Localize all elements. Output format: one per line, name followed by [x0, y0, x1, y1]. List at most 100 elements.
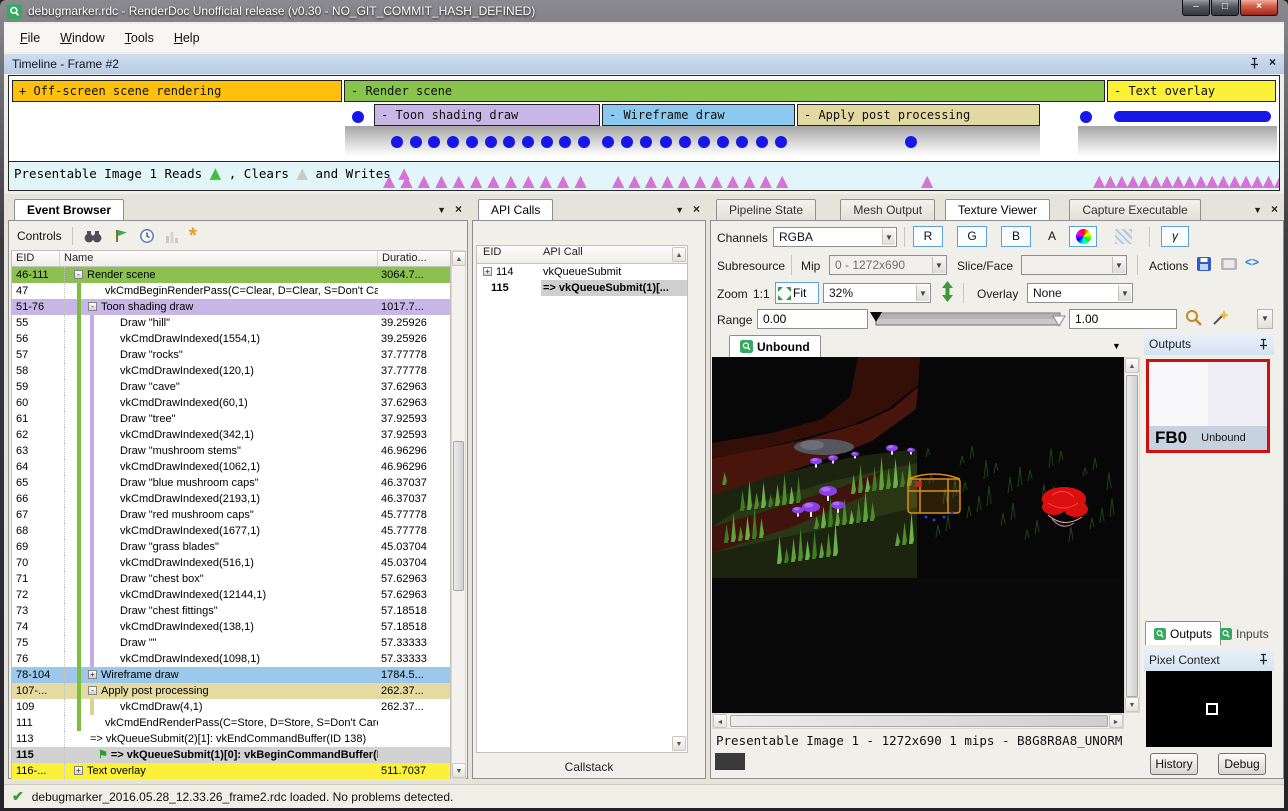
panel-menu-icon[interactable]: ▼ — [1253, 203, 1262, 217]
texture-list-dropdown-icon[interactable]: ▼ — [1112, 339, 1121, 353]
panel-close-icon[interactable]: × — [693, 203, 700, 217]
zoom-fit-button[interactable]: Fit — [775, 282, 819, 304]
panel-close-icon[interactable]: × — [455, 203, 462, 217]
col-api-call[interactable]: API Call — [541, 246, 687, 263]
clock-icon[interactable] — [139, 228, 155, 244]
maximize-button[interactable]: □ — [1211, 0, 1239, 16]
channels-select[interactable]: RGBA▼ — [773, 227, 897, 247]
chart-icon[interactable] — [165, 229, 179, 244]
scroll-right-icon[interactable]: ► — [1109, 714, 1123, 728]
timeline-section-bar[interactable]: - Toon shading draw — [374, 104, 600, 126]
event-row[interactable]: 107-...-Apply post processing262.37... — [12, 683, 450, 699]
history-button[interactable]: History — [1150, 753, 1198, 775]
scrollbar-thumb[interactable] — [730, 715, 1108, 727]
event-row[interactable]: 65Draw "blue mushroom caps"46.37037 — [12, 475, 450, 491]
event-row[interactable]: 71Draw "chest box"57.62963 — [12, 571, 450, 587]
timeline-section-bar[interactable]: + Off-screen scene rendering — [12, 80, 342, 102]
menu-window[interactable]: Window — [50, 27, 114, 49]
scrollbar-thumb[interactable] — [453, 441, 464, 591]
channel-g-button[interactable]: G — [957, 226, 987, 247]
event-row[interactable]: 58vkCmdDrawIndexed(120,1)37.77778 — [12, 363, 450, 379]
scrollbar-thumb[interactable] — [1126, 375, 1138, 697]
scroll-up-icon[interactable]: ▲ — [452, 251, 466, 266]
expand-toggle-icon[interactable]: + — [88, 670, 97, 679]
texture-viewport[interactable] — [712, 357, 1124, 713]
toolbar-overflow-icon[interactable]: ▼ — [1257, 309, 1273, 329]
range-max-input[interactable]: 1.00 — [1069, 309, 1177, 329]
event-row[interactable]: 56vkCmdDrawIndexed(1554,1)39.25926 — [12, 331, 450, 347]
event-row[interactable]: 57Draw "rocks"37.77778 — [12, 347, 450, 363]
goto-flag-icon[interactable] — [113, 228, 129, 244]
zoom-range-icon[interactable] — [1185, 309, 1203, 327]
scroll-down-icon[interactable]: ▼ — [1125, 697, 1139, 712]
event-row[interactable]: 78-104+Wireframe draw1784.5... — [12, 667, 450, 683]
event-row[interactable]: 47vkCmdBeginRenderPass(C=Clear, D=Clear,… — [12, 283, 450, 299]
event-row[interactable]: 46-111-Render scene3064.7... — [12, 267, 450, 283]
timeline-section-bar[interactable]: - Wireframe draw — [602, 104, 795, 126]
overlay-select[interactable]: None▼ — [1027, 283, 1133, 303]
event-row[interactable]: 109vkCmdDraw(4,1)262.37... — [12, 699, 450, 715]
event-row[interactable]: 64vkCmdDrawIndexed(1062,1)46.96296 — [12, 459, 450, 475]
tab-texture-viewer[interactable]: Texture Viewer — [945, 199, 1050, 220]
event-row[interactable]: 60vkCmdDrawIndexed(60,1)37.62963 — [12, 395, 450, 411]
bookmark-star-icon[interactable]: * — [189, 230, 197, 242]
slice-face-select[interactable]: ▼ — [1021, 255, 1127, 275]
api-table-header[interactable]: EID API Call — [477, 246, 687, 264]
scroll-left-icon[interactable]: ◄ — [713, 714, 727, 728]
expand-toggle-icon[interactable]: + — [74, 766, 83, 775]
expand-toggle-icon[interactable]: - — [88, 302, 97, 311]
expand-toggle-icon[interactable]: - — [88, 686, 97, 695]
tab-mesh-output[interactable]: Mesh Output — [840, 199, 935, 220]
col-duration[interactable]: Duratio... — [378, 251, 450, 266]
event-row[interactable]: 73Draw "chest fittings"57.18518 — [12, 603, 450, 619]
flip-vertical-icon[interactable] — [941, 281, 954, 302]
zoom-select[interactable]: 32%▼ — [823, 283, 931, 303]
debug-button[interactable]: Debug — [1218, 753, 1266, 775]
event-row[interactable]: 76vkCmdDrawIndexed(1098,1)57.33333 — [12, 651, 450, 667]
open-shader-code-icon[interactable]: <> — [1245, 255, 1259, 269]
close-button[interactable]: × — [1240, 0, 1278, 16]
event-row[interactable]: 74vkCmdDrawIndexed(138,1)57.18518 — [12, 619, 450, 635]
event-row[interactable]: 116-...+Text overlay511.7037 — [12, 763, 450, 779]
tab-outputs[interactable]: Outputs — [1145, 621, 1221, 645]
range-min-input[interactable]: 0.00 — [757, 309, 868, 329]
panel-menu-icon[interactable]: ▼ — [437, 203, 446, 217]
texture-image[interactable] — [712, 357, 1122, 578]
expand-toggle-icon[interactable]: - — [74, 270, 83, 279]
event-scrollbar[interactable]: ▲ ▼ — [451, 250, 466, 779]
event-row[interactable]: 69Draw "grass blades"45.03704 — [12, 539, 450, 555]
autofit-wand-icon[interactable] — [1211, 309, 1229, 327]
range-slider[interactable] — [870, 309, 1066, 329]
callstack-label[interactable]: Callstack — [473, 760, 705, 774]
channel-b-button[interactable]: B — [1001, 226, 1031, 247]
event-row[interactable]: 115⚑=> vkQueueSubmit(1)[0]: vkBeginComma… — [12, 747, 450, 763]
event-row[interactable]: 59Draw "cave"37.62963 — [12, 379, 450, 395]
close-icon[interactable]: × — [1269, 56, 1276, 69]
event-row[interactable]: 70vkCmdDrawIndexed(516,1)45.03704 — [12, 555, 450, 571]
zoom-1to1-button[interactable]: 1:1 — [753, 284, 770, 304]
gamma-button[interactable]: γ — [1161, 226, 1189, 247]
col-eid[interactable]: EID — [12, 251, 60, 266]
panel-close-icon[interactable]: × — [1271, 203, 1278, 217]
event-row[interactable]: 55Draw "hill"39.25926 — [12, 315, 450, 331]
event-table-header[interactable]: EID Name Duratio... — [12, 251, 450, 267]
tab-pipeline-state[interactable]: Pipeline State — [716, 199, 816, 220]
checkerboard-button[interactable] — [1109, 226, 1137, 247]
api-row[interactable]: +114 vkQueueSubmit — [477, 264, 687, 280]
api-row-selected[interactable]: 115 => vkQueueSubmit(1)[... — [477, 280, 687, 296]
pin-icon[interactable] — [1258, 653, 1268, 665]
fb0-thumbnail[interactable]: FB0 Unbound — [1146, 359, 1270, 453]
panel-menu-icon[interactable]: ▼ — [675, 203, 684, 217]
event-row[interactable]: 63Draw "mushroom stems"46.96296 — [12, 443, 450, 459]
scroll-up-icon[interactable]: ▲ — [672, 247, 686, 262]
menu-file[interactable]: File — [10, 27, 50, 49]
save-icon[interactable] — [1197, 257, 1212, 272]
pin-icon[interactable] — [1249, 57, 1259, 69]
channel-r-button[interactable]: R — [913, 226, 943, 247]
scroll-down-icon[interactable]: ▼ — [672, 736, 686, 751]
expand-toggle[interactable]: + — [483, 267, 492, 276]
event-row[interactable]: 51-76-Toon shading draw1017.7... — [12, 299, 450, 315]
event-row[interactable]: 62vkCmdDrawIndexed(342,1)37.92593 — [12, 427, 450, 443]
event-row[interactable]: 72vkCmdDrawIndexed(12144,1)57.62963 — [12, 587, 450, 603]
menu-help[interactable]: Help — [164, 27, 210, 49]
